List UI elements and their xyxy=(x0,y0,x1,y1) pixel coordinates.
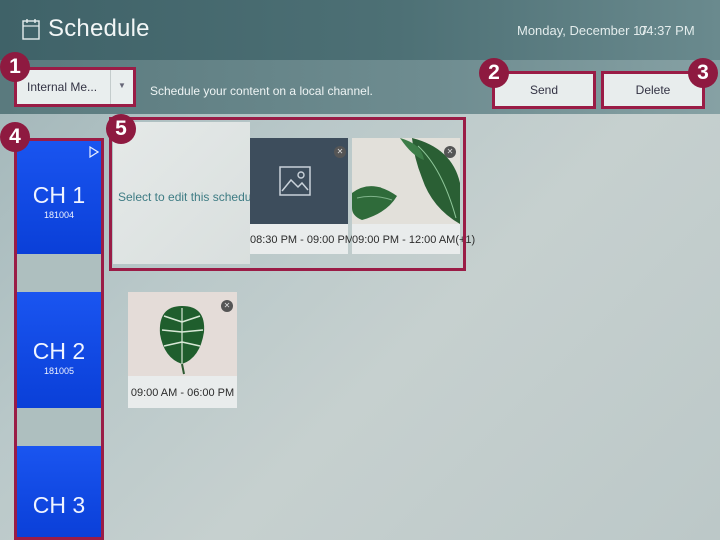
callout-badge-5: 5 xyxy=(106,114,136,144)
schedule-item[interactable]: ✕ 09:00 AM - 06:00 PM xyxy=(128,292,237,408)
highlight-channel-list xyxy=(14,138,104,540)
highlight-storage-dropdown xyxy=(14,67,136,107)
page-title: Schedule xyxy=(48,15,150,42)
current-time: 04:37 PM xyxy=(639,23,695,38)
remove-icon[interactable]: ✕ xyxy=(221,300,233,312)
callout-badge-3: 3 xyxy=(688,58,718,88)
calendar-icon xyxy=(22,19,40,40)
callout-badge-2: 2 xyxy=(479,58,509,88)
schedule-time: 09:00 AM - 06:00 PM xyxy=(130,387,235,399)
toolbar-hint: Schedule your content on a local channel… xyxy=(150,84,373,98)
current-date: Monday, December 17 xyxy=(517,23,648,38)
callout-badge-4: 4 xyxy=(0,122,30,152)
highlight-schedule-area xyxy=(109,117,466,271)
callout-badge-1: 1 xyxy=(0,52,30,82)
